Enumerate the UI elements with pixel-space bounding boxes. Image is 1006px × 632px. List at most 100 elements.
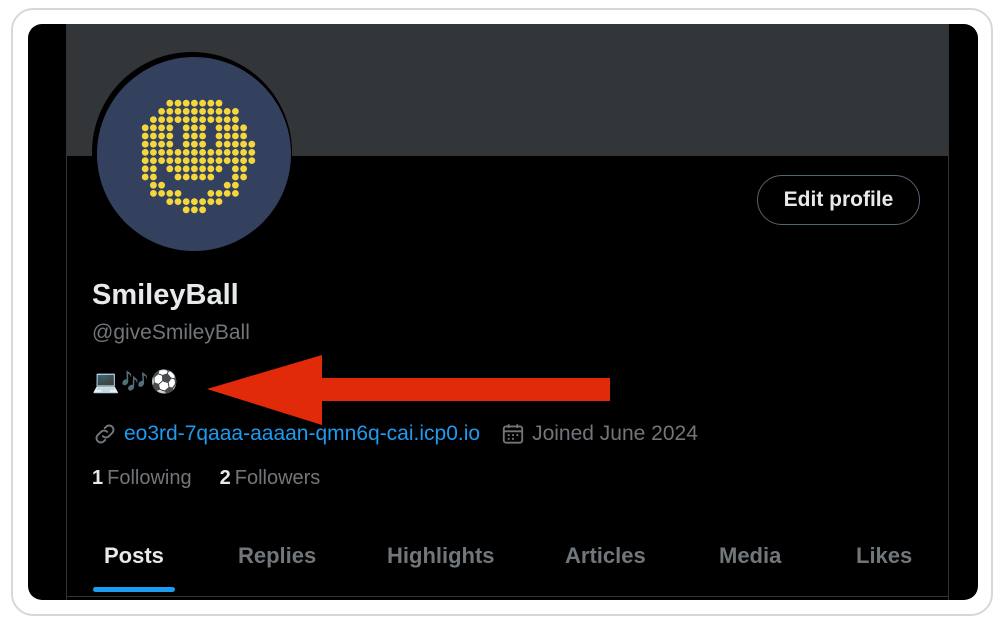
smiley-dot xyxy=(141,140,149,148)
smiley-dot xyxy=(223,140,231,148)
smiley-dot xyxy=(182,198,190,206)
smiley-dot xyxy=(223,116,231,123)
smiley-dot xyxy=(174,165,182,173)
smiley-dot xyxy=(207,190,215,197)
smiley-dot xyxy=(232,173,239,181)
smiley-dot xyxy=(215,190,223,197)
smiley-dot xyxy=(166,140,174,148)
smiley-dot xyxy=(150,190,157,197)
tab-posts[interactable]: Posts xyxy=(104,543,164,569)
smiley-dot xyxy=(215,116,223,123)
smiley-dot xyxy=(166,108,174,115)
profile-stats: 1 Following 2 Followers xyxy=(92,467,348,490)
smiley-dot xyxy=(232,190,239,197)
smiley-dot xyxy=(199,124,206,132)
smiley-dot xyxy=(199,173,206,181)
smiley-dot xyxy=(199,140,206,148)
smiley-dot xyxy=(150,165,157,173)
profile-handle: @giveSmileyBall xyxy=(92,321,250,344)
smiley-dot xyxy=(166,132,174,140)
smiley-dot xyxy=(158,132,165,140)
smiley-dot xyxy=(150,132,157,140)
smiley-dot xyxy=(199,99,206,107)
profile-name: SmileyBall xyxy=(92,279,239,311)
tab-media[interactable]: Media xyxy=(719,543,781,569)
smiley-dot xyxy=(191,108,198,115)
smiley-dot xyxy=(248,140,256,148)
followers-count: 2 xyxy=(219,467,231,489)
smiley-dot xyxy=(240,124,248,132)
smiley-dot xyxy=(158,108,165,115)
tab-replies[interactable]: Replies xyxy=(238,543,316,569)
smiley-dot xyxy=(182,165,190,173)
smiley-dot xyxy=(141,157,149,164)
joined-date: Joined June 2024 xyxy=(532,422,698,445)
smiley-dot xyxy=(240,157,248,164)
laptop-emoji: 💻 xyxy=(92,369,120,394)
smiley-dot xyxy=(150,173,157,181)
following-link[interactable]: 1 Following xyxy=(92,467,192,490)
smiley-dot xyxy=(150,140,157,148)
smiley-dot xyxy=(182,108,190,115)
smiley-dot xyxy=(223,190,231,197)
smiley-dot xyxy=(191,165,198,173)
active-tab-indicator xyxy=(93,587,175,592)
smiley-dot xyxy=(158,149,165,156)
edit-profile-button[interactable]: Edit profile xyxy=(757,175,920,225)
followers-label: Followers xyxy=(234,467,321,489)
smiley-dot xyxy=(240,165,248,173)
smiley-dot xyxy=(150,124,157,132)
smiley-dot xyxy=(207,108,215,115)
website-link[interactable]: eo3rd-7qaaa-aaaan-qmn6q-cai.icp0.io xyxy=(124,422,480,446)
smiley-dot xyxy=(150,149,157,156)
tab-likes[interactable]: Likes xyxy=(856,543,912,569)
tab-highlights[interactable]: Highlights xyxy=(387,543,495,569)
smiley-dot xyxy=(191,149,198,156)
followers-link[interactable]: 2 Followers xyxy=(220,467,321,490)
smiley-dot xyxy=(166,190,174,197)
smiley-dot xyxy=(207,99,215,107)
smiley-dot xyxy=(240,132,248,140)
smiley-dot xyxy=(141,165,149,173)
smiley-dot xyxy=(240,173,248,181)
smiley-dot xyxy=(158,190,165,197)
smiley-dot xyxy=(158,157,165,164)
smiley-dot xyxy=(223,132,231,140)
smiley-dot xyxy=(199,149,206,156)
smiley-dot xyxy=(158,181,165,189)
smiley-dot xyxy=(174,99,182,107)
smiley-dot xyxy=(215,124,223,132)
smiley-dot xyxy=(199,108,206,115)
smiley-dot xyxy=(191,157,198,164)
smiley-dot xyxy=(174,173,182,181)
smiley-dot xyxy=(199,132,206,140)
smiley-dot xyxy=(215,99,223,107)
smiley-dot xyxy=(141,173,149,181)
smiley-dot xyxy=(232,149,239,156)
smiley-dot xyxy=(166,149,174,156)
smiley-dot xyxy=(182,99,190,107)
smiley-dot xyxy=(215,157,223,164)
smiley-dot xyxy=(182,149,190,156)
smiley-dot xyxy=(207,165,215,173)
smiley-dot xyxy=(166,124,174,132)
smiley-dot xyxy=(166,165,174,173)
smiley-dot xyxy=(215,165,223,173)
following-label: Following xyxy=(107,467,192,489)
smiley-dot xyxy=(191,132,198,140)
following-count: 1 xyxy=(92,467,104,489)
smiley-dot xyxy=(174,157,182,164)
smiley-dot xyxy=(191,124,198,132)
smiley-dot xyxy=(240,140,248,148)
smiley-dot xyxy=(191,116,198,123)
smiley-dot xyxy=(191,173,198,181)
smiley-dot xyxy=(191,99,198,107)
profile-bio: 💻 🎶 ⚽ xyxy=(92,369,178,395)
smiley-dot xyxy=(215,140,223,148)
smiley-dot xyxy=(141,132,149,140)
smiley-dot xyxy=(158,124,165,132)
avatar[interactable] xyxy=(92,52,292,252)
tab-articles[interactable]: Articles xyxy=(565,543,646,569)
smiley-dot xyxy=(141,124,149,132)
smiley-dot xyxy=(215,198,223,206)
